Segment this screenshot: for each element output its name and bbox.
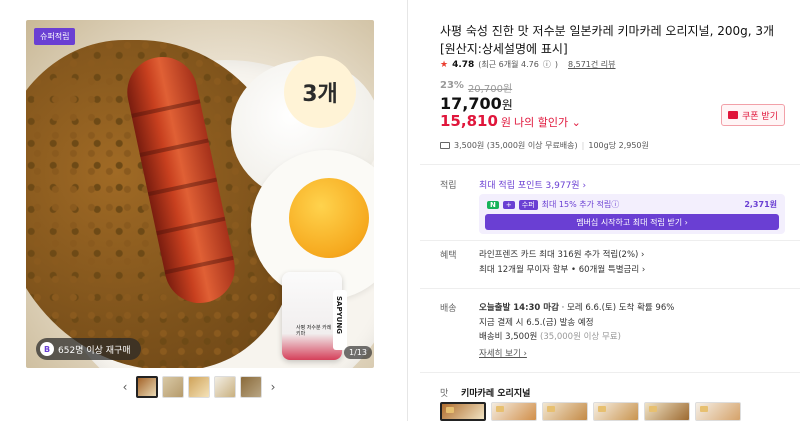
taste-option[interactable] xyxy=(491,402,537,421)
taste-option[interactable] xyxy=(593,402,639,421)
rating-row: ★ 4.78 (최근 6개월 4.76 ⓘ) 8,571건 리뷰 xyxy=(440,59,616,70)
rating-value: 4.78 xyxy=(452,59,475,70)
sale-badge: 슈퍼적립 xyxy=(34,28,76,45)
thumbnail-row: ‹ › xyxy=(118,376,280,398)
shipping-fee: 3,500원 (35,000원 이상 무료배송) xyxy=(454,141,578,150)
info-icon[interactable]: ⓘ xyxy=(543,59,551,70)
count-bubble-text: 3개 xyxy=(302,82,338,107)
original-price: 20,700원 xyxy=(467,84,513,95)
thumbnail[interactable] xyxy=(136,376,158,398)
delivery-line-2: 지금 결제 시 6.5.(금) 발송 예정 xyxy=(479,318,594,328)
separator: | xyxy=(581,141,585,150)
review-link[interactable]: 8,571건 리뷰 xyxy=(568,59,616,70)
rebuy-text: 652명 이상 재구매 xyxy=(58,345,131,356)
discount-rate: 23% xyxy=(440,80,464,91)
original-price-row: 23% 20,700원 xyxy=(440,80,512,95)
membership-cta-button[interactable]: 멤버십 시작하고 최대 적립 받기 › xyxy=(485,214,779,230)
thumbnail[interactable] xyxy=(162,376,184,398)
membership-box: N + 수퍼 최대 15% 추가 적립ⓘ 2,371원 멤버십 시작하고 최대 … xyxy=(479,194,785,234)
taste-option[interactable] xyxy=(440,402,486,421)
membership-row: N + 수퍼 최대 15% 추가 적립ⓘ xyxy=(487,199,619,210)
membership-amount: 2,371원 xyxy=(744,200,777,209)
taste-options xyxy=(440,402,741,421)
super-badge: 수퍼 xyxy=(518,199,538,210)
thumb-prev-button[interactable]: ‹ xyxy=(118,380,132,394)
thumbnail[interactable] xyxy=(188,376,210,398)
rebuy-icon: B xyxy=(40,342,54,356)
taste-option[interactable] xyxy=(644,402,690,421)
sale-price-value: 17,700 xyxy=(440,94,502,113)
taste-label: 맛 xyxy=(440,389,449,399)
rating-recent-close: ) xyxy=(554,60,558,69)
coupon-button-label: 쿠폰 받기 xyxy=(742,111,778,122)
free-shipping-threshold: (35,000원 이상 무료) xyxy=(537,332,621,342)
delivery-label: 배송 xyxy=(440,304,457,314)
egg-yolk xyxy=(289,178,369,258)
my-discount-price[interactable]: 15,810 원 나의 할인가 ⌄ xyxy=(440,112,581,130)
pouch-brand: SAPYUNG xyxy=(335,296,343,334)
my-price-label: 나의 할인가 ⌄ xyxy=(514,116,581,129)
star-icon: ★ xyxy=(440,59,449,70)
membership-extra-text: 최대 15% 추가 적립ⓘ xyxy=(541,200,620,209)
main-product-image[interactable]: 슈퍼적립 3개 SAPYUNG 사평 저수분 카레 키마 B 652명 이상 재… xyxy=(26,20,374,368)
thumb-next-button[interactable]: › xyxy=(266,380,280,394)
thumbnail[interactable] xyxy=(214,376,236,398)
shipping-row: 3,500원 (35,000원 이상 무료배송) | 100g당 2,950원 xyxy=(440,140,649,151)
truck-icon xyxy=(440,142,450,149)
delivery-detail-link[interactable]: 자세히 보기 › xyxy=(479,347,527,359)
npay-badge: N xyxy=(487,200,499,209)
divider xyxy=(420,288,800,289)
divider xyxy=(420,164,800,165)
coupon-icon xyxy=(728,111,738,119)
taste-option[interactable] xyxy=(542,402,588,421)
count-bubble: 3개 xyxy=(284,56,356,128)
delivery-fee: 배송비 3,500원 xyxy=(479,332,538,342)
card-benefit-link[interactable]: 라인프렌즈 카드 최대 316원 추가 적립(2%) › xyxy=(479,248,644,260)
delivery-line-1: 오늘출발 14:30 마감 · 모레 6.6.(토) 도착 확률 96% xyxy=(479,301,674,313)
same-day-cutoff: 오늘출발 14:30 마감 xyxy=(479,303,559,313)
sale-price-unit: 원 xyxy=(501,98,513,112)
pouch-text: 사평 저수분 카레 키마 xyxy=(296,325,332,337)
taste-selected-value: 키마카레 오리지널 xyxy=(461,389,531,399)
sale-price: 17,700원 xyxy=(440,94,513,113)
points-label: 적립 xyxy=(440,181,457,191)
thumbnail[interactable] xyxy=(240,376,262,398)
points-link[interactable]: 최대 적립 포인트 3,977원 › xyxy=(479,178,586,191)
my-price-value: 15,810 xyxy=(440,112,498,130)
rating-recent: (최근 6개월 4.76 xyxy=(478,60,539,69)
coupon-button[interactable]: 쿠폰 받기 xyxy=(721,104,785,126)
benefits-label: 혜택 xyxy=(440,251,457,261)
delivery-line-3: 배송비 3,500원 (35,000원 이상 무료) xyxy=(479,330,621,342)
divider xyxy=(420,240,800,241)
vertical-divider xyxy=(407,0,408,421)
plus-badge: + xyxy=(502,200,515,209)
rebuy-tag: B 652명 이상 재구매 xyxy=(36,338,141,360)
installment-benefit-link[interactable]: 최대 12개월 무이자 할부 • 60개월 특별금리 › xyxy=(479,263,645,275)
product-title: 사평 숙성 진한 맛 저수분 일본카레 키마카레 오리지널, 200g, 3개 … xyxy=(440,24,775,56)
arrival-estimate: · 모레 6.6.(토) 도착 확률 96% xyxy=(558,303,675,313)
my-price-unit: 원 xyxy=(500,116,512,129)
taste-option[interactable] xyxy=(695,402,741,421)
page-indicator: 1/13 xyxy=(344,346,372,359)
unit-price: 100g당 2,950원 xyxy=(588,141,649,150)
divider xyxy=(420,372,800,373)
